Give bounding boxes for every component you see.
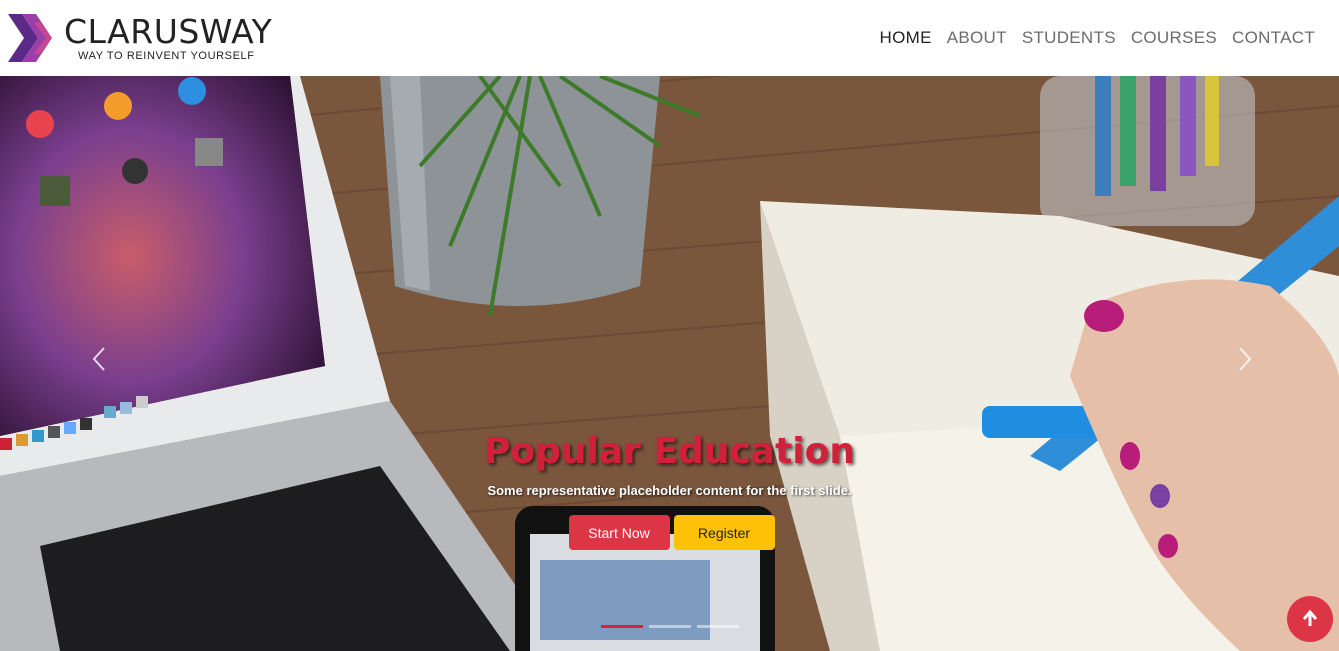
arrow-up-icon: [1302, 609, 1318, 626]
register-button[interactable]: Register: [673, 515, 775, 550]
slide-text: Some representative placeholder content …: [487, 483, 852, 498]
nav-contact[interactable]: CONTACT: [1232, 28, 1315, 48]
carousel-next-button[interactable]: [1238, 346, 1252, 380]
nav-menu: HOME ABOUT STUDENTS COURSES CONTACT: [880, 28, 1315, 48]
scroll-top-button[interactable]: [1287, 596, 1333, 642]
chevron-right-icon: [1239, 347, 1252, 371]
brand-tagline: WAY TO REINVENT YOURSELF: [78, 49, 255, 62]
carousel-indicators: [0, 625, 1339, 628]
hero-carousel: Popular Education Some representative pl…: [0, 76, 1339, 651]
logo-chevrons-icon: [8, 14, 52, 62]
navbar: CLARUSWAY WAY TO REINVENT YOURSELF HOME …: [0, 0, 1339, 76]
brand-name: CLARUSWAY: [64, 11, 273, 51]
slide-buttons: Start Now Register: [0, 515, 1339, 550]
hero-background-image: [0, 76, 1339, 651]
nav-courses[interactable]: COURSES: [1131, 28, 1217, 48]
indicator-2[interactable]: [648, 625, 691, 628]
nav-home[interactable]: HOME: [880, 28, 932, 48]
brand[interactable]: CLARUSWAY WAY TO REINVENT YOURSELF: [8, 10, 272, 66]
chevron-left-icon: [92, 347, 105, 371]
indicator-1[interactable]: [600, 625, 643, 628]
nav-students[interactable]: STUDENTS: [1022, 28, 1116, 48]
nav-about[interactable]: ABOUT: [947, 28, 1007, 48]
indicator-3[interactable]: [696, 625, 739, 628]
slide-title: Popular Education: [484, 431, 855, 472]
carousel-prev-button[interactable]: [92, 346, 106, 380]
start-now-button[interactable]: Start Now: [568, 515, 670, 550]
